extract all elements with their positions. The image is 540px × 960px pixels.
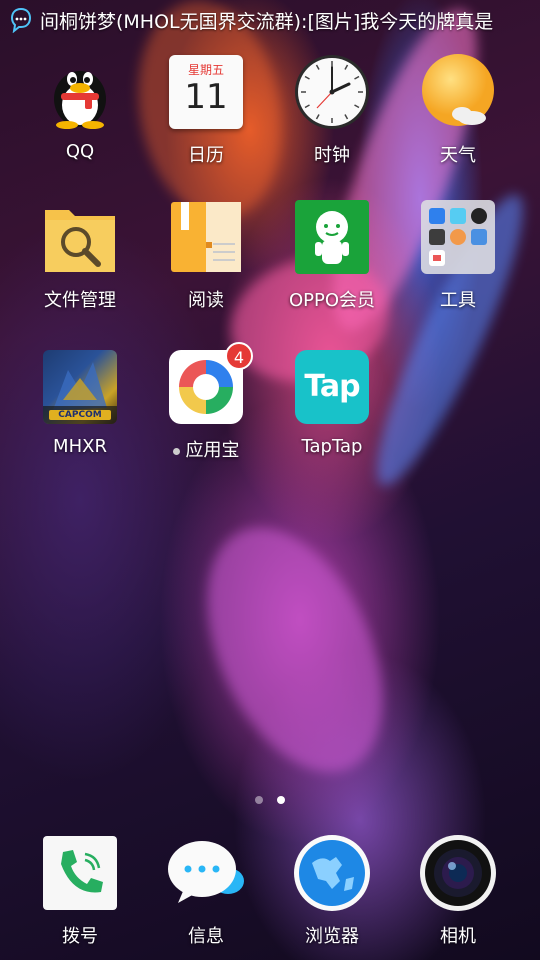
taptap-icon: Tap bbox=[295, 350, 369, 424]
app-tools-folder[interactable]: 工具 bbox=[393, 200, 523, 312]
taptap-logo-text: Tap bbox=[304, 369, 360, 404]
chat-bubble-icon bbox=[10, 7, 32, 33]
message-icon bbox=[168, 836, 244, 910]
app-label: 浏览器 bbox=[305, 926, 359, 947]
capcom-logo: CAPCOM bbox=[49, 410, 111, 420]
app-label: OPPO会员 bbox=[288, 290, 376, 311]
app-qq[interactable]: QQ bbox=[15, 55, 145, 162]
app-yingyongbao[interactable]: 4 应用宝 bbox=[141, 342, 271, 462]
app-label: 拨号 bbox=[62, 926, 98, 947]
app-label: 工具 bbox=[440, 290, 476, 311]
status-bar[interactable]: 间桐饼梦(MHOL无国界交流群):[图片]我今天的牌真是 bbox=[0, 0, 540, 40]
dock-camera[interactable]: 相机 bbox=[393, 835, 523, 948]
app-taptap[interactable]: Tap TapTap bbox=[267, 350, 397, 457]
app-reader[interactable]: 阅读 bbox=[141, 200, 271, 312]
app-oppo-member[interactable]: OPPO会员 bbox=[267, 200, 397, 312]
notification-badge: 4 bbox=[225, 342, 253, 370]
app-clock[interactable]: 时钟 bbox=[267, 55, 397, 167]
app-label: 时钟 bbox=[314, 145, 350, 166]
app-label: 应用宝 bbox=[141, 436, 271, 462]
mhxr-game-icon: CAPCOM bbox=[43, 350, 117, 424]
app-label: MHXR bbox=[53, 436, 107, 457]
app-file-manager[interactable]: 文件管理 bbox=[15, 200, 145, 312]
app-store-icon: 4 bbox=[169, 342, 253, 424]
app-label: 天气 bbox=[440, 145, 476, 166]
book-icon bbox=[169, 200, 243, 274]
calendar-weekday: 星期五 bbox=[187, 63, 224, 77]
browser-globe-icon bbox=[294, 835, 370, 911]
oppo-member-icon bbox=[295, 200, 369, 274]
clock-icon bbox=[295, 55, 369, 129]
app-label: 相机 bbox=[440, 926, 476, 947]
dock-messages[interactable]: 信息 bbox=[141, 836, 271, 948]
notification-text: 间桐饼梦(MHOL无国界交流群):[图片]我今天的牌真是 bbox=[40, 10, 494, 33]
app-mhxr[interactable]: CAPCOM MHXR bbox=[15, 350, 145, 457]
app-label: 文件管理 bbox=[44, 290, 116, 311]
app-label: 阅读 bbox=[188, 290, 224, 311]
calendar-icon: 星期五 11 bbox=[169, 55, 243, 129]
app-label: 日历 bbox=[188, 145, 224, 166]
calendar-day: 11 bbox=[184, 77, 228, 117]
qq-penguin-icon bbox=[43, 55, 117, 129]
tools-folder-icon bbox=[421, 200, 495, 274]
app-calendar[interactable]: 星期五 11 日历 bbox=[141, 55, 271, 167]
page-dot[interactable] bbox=[255, 796, 263, 804]
dock-browser[interactable]: 浏览器 bbox=[267, 835, 397, 948]
home-screen: 间桐饼梦(MHOL无国界交流群):[图片]我今天的牌真是 QQ 星期五 11 日… bbox=[0, 0, 540, 960]
camera-icon bbox=[420, 835, 496, 911]
weather-sun-icon bbox=[421, 54, 495, 129]
dock-phone[interactable]: 拨号 bbox=[15, 836, 145, 948]
page-dot-active[interactable] bbox=[277, 796, 285, 804]
app-weather[interactable]: 天气 bbox=[393, 54, 523, 167]
phone-icon bbox=[43, 836, 117, 910]
page-indicator[interactable] bbox=[0, 796, 540, 804]
folder-search-icon bbox=[43, 200, 117, 274]
new-install-dot bbox=[172, 447, 180, 455]
app-label: QQ bbox=[65, 141, 95, 162]
app-label: TapTap bbox=[301, 436, 363, 457]
app-label: 信息 bbox=[188, 926, 224, 947]
